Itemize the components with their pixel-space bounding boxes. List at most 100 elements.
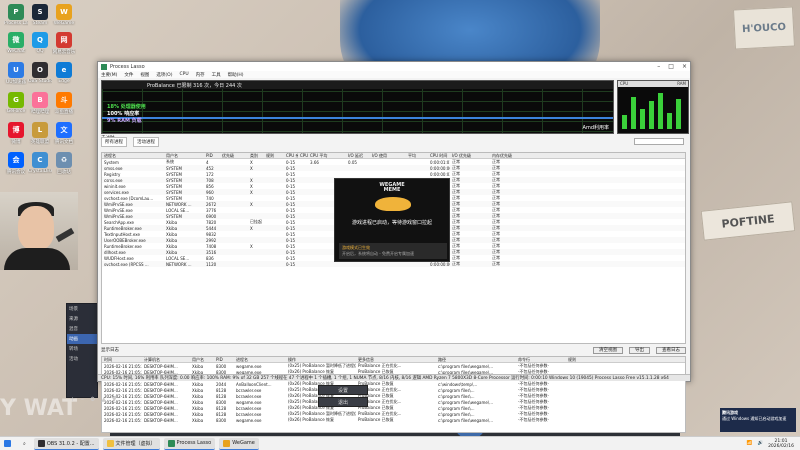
up-icon[interactable]: ▲	[101, 396, 106, 404]
tab-active-processes[interactable]: 活动进程	[133, 137, 159, 147]
column-header[interactable]: PID	[204, 153, 220, 158]
add-icon[interactable]: +	[70, 396, 75, 404]
desktop-icon[interactable]: PProcess Lasso	[4, 4, 28, 26]
column-header[interactable]: 路径	[436, 357, 516, 363]
search-button[interactable]: ⌕	[19, 438, 30, 450]
column-header[interactable]: 更多信息	[356, 357, 436, 363]
down-icon[interactable]: ▼	[112, 396, 117, 404]
toast-notification[interactable]: 腾讯游戏 通过 Windows 通知已启动游戏加速	[720, 408, 796, 432]
desktop-icon[interactable]: O OBS Studio	[28, 62, 52, 84]
wifi-icon[interactable]: 📶	[747, 441, 753, 446]
menu-item[interactable]: CPU	[179, 72, 188, 77]
desktop-icon[interactable]: 微 WeChat	[4, 32, 28, 54]
desktop-icon[interactable]: L 英雄联盟	[28, 122, 52, 145]
desktop-icon[interactable]: 会腾讯会议	[4, 152, 28, 175]
desktop-icon-label: UU加速器	[5, 80, 27, 85]
obs-item[interactable]: 场景	[67, 304, 97, 314]
column-header[interactable]: 进程名	[102, 153, 164, 159]
performance-graph: ProBalance 已限制 316 次，今日 244 次 18% 处理器使用 …	[101, 80, 614, 134]
desktop-icon[interactable]: W WeGame	[52, 4, 76, 26]
column-header[interactable]: CPU 亲和性	[284, 153, 298, 159]
column-header[interactable]: 进程名	[234, 357, 286, 363]
desktop-icon[interactable]: C CrystalDisk	[28, 152, 52, 174]
log-cell: wegame.exe	[236, 363, 262, 369]
column-header[interactable]: CPU 时间	[428, 153, 450, 159]
column-header[interactable]: I/O 使用	[370, 153, 406, 159]
export-button[interactable]: 导出	[629, 346, 650, 354]
taskbar-app[interactable]: OBS 31.0.2 - 配置...	[33, 437, 99, 450]
taskbar-app[interactable]: WeGame	[219, 437, 259, 450]
desktop-icon[interactable]: 博微博	[4, 122, 28, 145]
tab-all-processes[interactable]: 所有进程	[101, 137, 127, 147]
desktop-icon[interactable]: S Steam	[28, 4, 52, 26]
column-header[interactable]: 平均	[406, 153, 428, 159]
clear-view-button[interactable]: 清空视图	[593, 346, 623, 354]
menu-item[interactable]: 主要(M)	[101, 72, 117, 78]
ram-load-text: 9% RAM 负载	[107, 118, 142, 124]
desktop-icon[interactable]: e Edge	[52, 62, 76, 84]
obs-item-selected[interactable]: 动画	[67, 334, 97, 344]
obs-settings-button[interactable]: 设置	[318, 385, 368, 395]
maximize-icon[interactable]: □	[668, 63, 674, 70]
column-header[interactable]: 用户名	[164, 153, 204, 159]
menu-item[interactable]: 内存	[196, 72, 205, 78]
taskbar-app[interactable]: 文件管理（虚拟）	[102, 437, 160, 450]
obs-item[interactable]: 转场	[67, 344, 97, 354]
column-header[interactable]: 规则	[264, 153, 284, 159]
column-header[interactable]: CPU 使用	[298, 153, 308, 159]
column-header[interactable]: CPU 平均	[308, 153, 346, 159]
desktop-icon[interactable]: B 哔哩哔哩	[28, 92, 52, 115]
filter-input[interactable]	[634, 138, 684, 145]
desktop-icon[interactable]: G GeForce	[4, 92, 28, 114]
column-header[interactable]: 类别	[248, 153, 264, 159]
column-header[interactable]: 计算机名	[142, 357, 190, 363]
gear-icon[interactable]: ⚙	[90, 396, 95, 404]
desktop-icon[interactable]: ♻ 回收站	[52, 152, 76, 175]
cpu-core-bar	[676, 99, 681, 129]
table-cell: wininit.exe	[104, 183, 126, 189]
log-row[interactable]: 2026-02-16 21:05:17DESKTOP-6HIM... Xkiba 8…	[102, 417, 685, 423]
column-header[interactable]: 用户名	[190, 357, 214, 363]
obs-item[interactable]: 活动	[67, 354, 97, 364]
obs-exit-button[interactable]: 退出	[318, 397, 368, 407]
obs-item[interactable]: 混音	[67, 324, 97, 334]
column-header[interactable]: 操作	[286, 357, 356, 363]
table-cell: SYSTEM	[166, 189, 182, 195]
log-cell: 8128	[216, 405, 227, 411]
column-header[interactable]: 内存优先级	[490, 153, 522, 159]
volume-icon[interactable]: 🔊	[757, 441, 763, 446]
log-cell: c:\program files\...	[438, 411, 475, 417]
desktop-icon[interactable]: 网网易云音乐	[52, 32, 76, 55]
desktop-icon[interactable]: 斗斗鱼直播	[52, 92, 76, 115]
menu-item[interactable]: 工具	[212, 72, 221, 78]
view-log-button[interactable]: 查看日志	[656, 346, 686, 354]
table-cell: 452	[206, 165, 214, 171]
log-cell: c:\windows\temp\...	[438, 381, 478, 387]
column-header[interactable]: I/O 优先级	[450, 153, 490, 159]
clock[interactable]: 21:01 2026/02/16	[768, 439, 794, 449]
menu-item[interactable]: 视图	[140, 72, 149, 78]
column-header[interactable]: 优先级	[220, 153, 248, 159]
desktop-icon[interactable]: 文腾讯文档	[52, 122, 76, 145]
menu-item[interactable]: 帮助(H)	[228, 72, 244, 78]
column-header[interactable]: 命令行	[516, 357, 566, 363]
wegame-popup: WEGAME MEME 游戏进程已启动，等待游戏窗口拉起 游戏模式已生效 开启后…	[334, 178, 450, 262]
column-header[interactable]: PID	[214, 357, 234, 362]
menu-item[interactable]: 选项(O)	[156, 72, 172, 78]
remove-icon[interactable]: –	[81, 396, 84, 404]
column-header[interactable]: 时间	[102, 357, 142, 363]
log-cell: wegame.exe	[236, 417, 262, 423]
minimize-icon[interactable]: –	[657, 63, 660, 70]
taskbar-app[interactable]: Process Lasso	[163, 437, 216, 450]
start-button[interactable]	[0, 438, 15, 450]
column-header[interactable]: 规则	[566, 357, 646, 363]
cpu-line	[102, 117, 613, 119]
obs-item[interactable]: 来源	[67, 314, 97, 324]
desktop-icon[interactable]: Q QQ	[28, 32, 52, 54]
menu-item[interactable]: 文件	[124, 72, 133, 78]
window-titlebar[interactable]: Process Lasso – □ ×	[98, 62, 690, 71]
column-header[interactable]: I/O 延迟	[346, 153, 370, 159]
desktop-icon[interactable]: U UU加速器	[4, 62, 28, 85]
table-cell: 正常	[452, 261, 460, 266]
close-icon[interactable]: ×	[682, 63, 687, 70]
